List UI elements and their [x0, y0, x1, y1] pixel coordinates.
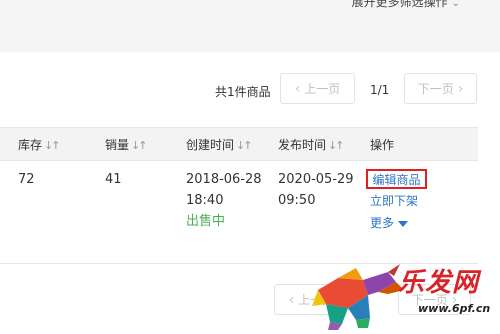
column-header-label: 发布时间 [278, 138, 327, 152]
column-header-label: 库存 [18, 138, 43, 152]
stock-value: 72 [18, 172, 35, 187]
sales-value: 41 [105, 172, 122, 187]
published-date: 2020-05-29 [278, 172, 354, 187]
caret-down-icon [398, 220, 409, 227]
column-header-label: 销量 [105, 138, 130, 152]
bull-logo-icon [312, 264, 404, 330]
filter-panel: 展开更多筛选操作 ⌄ [0, 0, 500, 52]
column-header-sales[interactable]: 销量 ↓↑ [105, 136, 148, 153]
expand-filters-link[interactable]: 展开更多筛选操作 ⌄ [352, 0, 460, 10]
published-time: 09:50 [278, 193, 316, 208]
table-header: 库存 ↓↑ 销量 ↓↑ 创建时间 ↓↑ 发布时间 ↓↑ 操作 [0, 127, 478, 161]
sort-icon: ↓↑ [328, 139, 345, 152]
status-badge: 出售中 [186, 214, 226, 229]
chevron-right-icon: › [457, 80, 464, 97]
next-page-label: 下一页 [417, 82, 454, 96]
edit-product-link[interactable]: 编辑商品 [366, 169, 427, 189]
prev-page-button[interactable]: ‹ 上一页 [280, 73, 355, 104]
watermark-url: www.6pf.cn [418, 302, 491, 315]
sort-icon: ↓↑ [131, 139, 148, 152]
expand-filters-label: 展开更多筛选操作 [351, 0, 448, 9]
sort-icon: ↓↑ [44, 139, 61, 152]
more-actions-dropdown[interactable]: 更多 [370, 213, 409, 234]
column-header-stock[interactable]: 库存 ↓↑ [18, 136, 61, 153]
chevron-left-icon: ‹ [294, 80, 301, 97]
more-actions-label: 更多 [370, 216, 395, 230]
pager-top: 共1件商品 ‹ 上一页 1/1 下一页 › [0, 73, 500, 106]
sort-icon: ↓↑ [236, 139, 253, 152]
column-header-label: 创建时间 [186, 138, 235, 152]
created-time: 18:40 [186, 193, 224, 208]
column-header-published[interactable]: 发布时间 ↓↑ [278, 136, 345, 153]
chevron-down-icon: ⌄ [451, 0, 460, 9]
column-header-created[interactable]: 创建时间 ↓↑ [186, 136, 253, 153]
edit-product-label: 编辑商品 [372, 172, 421, 187]
chevron-left-icon: ‹ [288, 291, 295, 308]
delist-link[interactable]: 立即下架 [370, 191, 418, 212]
table-row: 72 41 2018-06-28 18:40 出售中 2020-05-29 09… [0, 160, 478, 264]
total-count: 共1件商品 [215, 85, 271, 99]
next-page-button[interactable]: 下一页 › [404, 73, 477, 104]
created-date: 2018-06-28 [186, 172, 262, 187]
watermark: 乐发网 www.6pf.cn [308, 260, 500, 330]
column-header-actions: 操作 [370, 138, 395, 152]
page-indicator: 1/1 [370, 83, 390, 97]
watermark-brand: 乐发网 [398, 268, 480, 298]
prev-page-label: 上一页 [304, 82, 341, 96]
